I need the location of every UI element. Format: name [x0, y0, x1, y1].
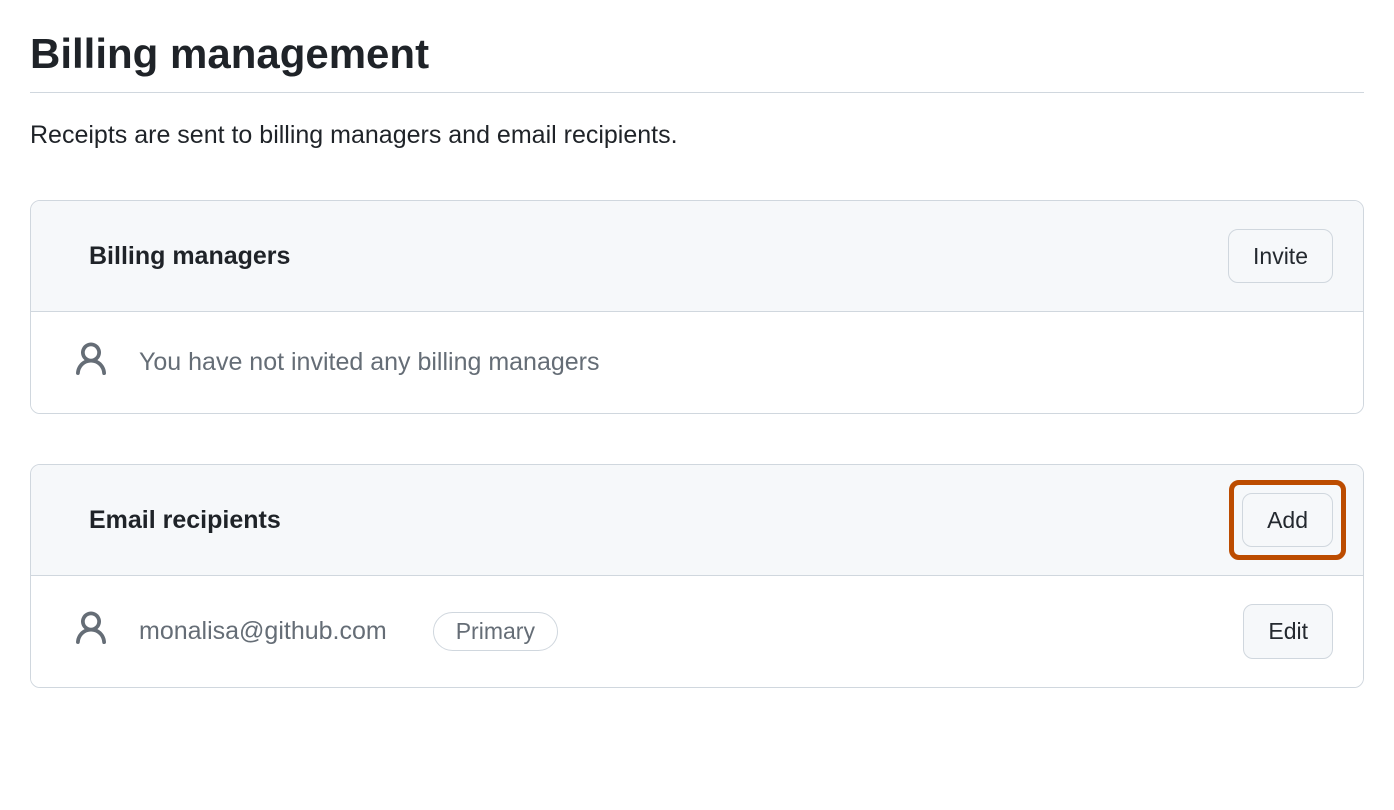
email-recipients-title: Email recipients: [89, 506, 281, 535]
add-button-highlight: Add: [1229, 480, 1346, 560]
billing-managers-empty-text: You have not invited any billing manager…: [139, 348, 600, 377]
page-description: Receipts are sent to billing managers an…: [30, 121, 1364, 150]
email-recipients-header: Email recipients Add: [31, 465, 1363, 576]
person-icon: [71, 340, 111, 385]
billing-managers-title: Billing managers: [89, 242, 290, 271]
primary-badge: Primary: [433, 612, 558, 651]
person-icon: [71, 609, 111, 654]
billing-managers-body: You have not invited any billing manager…: [31, 312, 1363, 413]
email-recipient-row: monalisa@github.com Primary Edit: [31, 576, 1363, 686]
edit-button[interactable]: Edit: [1243, 604, 1333, 658]
invite-button[interactable]: Invite: [1228, 229, 1333, 283]
billing-managers-header: Billing managers Invite: [31, 201, 1363, 312]
billing-managers-empty-row: You have not invited any billing manager…: [31, 312, 1363, 413]
page-title: Billing management: [30, 30, 1364, 93]
email-recipients-body: monalisa@github.com Primary Edit: [31, 576, 1363, 686]
email-recipients-panel: Email recipients Add monalisa@github.com…: [30, 464, 1364, 687]
add-button[interactable]: Add: [1242, 493, 1333, 547]
email-recipient-email: monalisa@github.com: [139, 617, 387, 646]
billing-managers-panel: Billing managers Invite You have not inv…: [30, 200, 1364, 414]
